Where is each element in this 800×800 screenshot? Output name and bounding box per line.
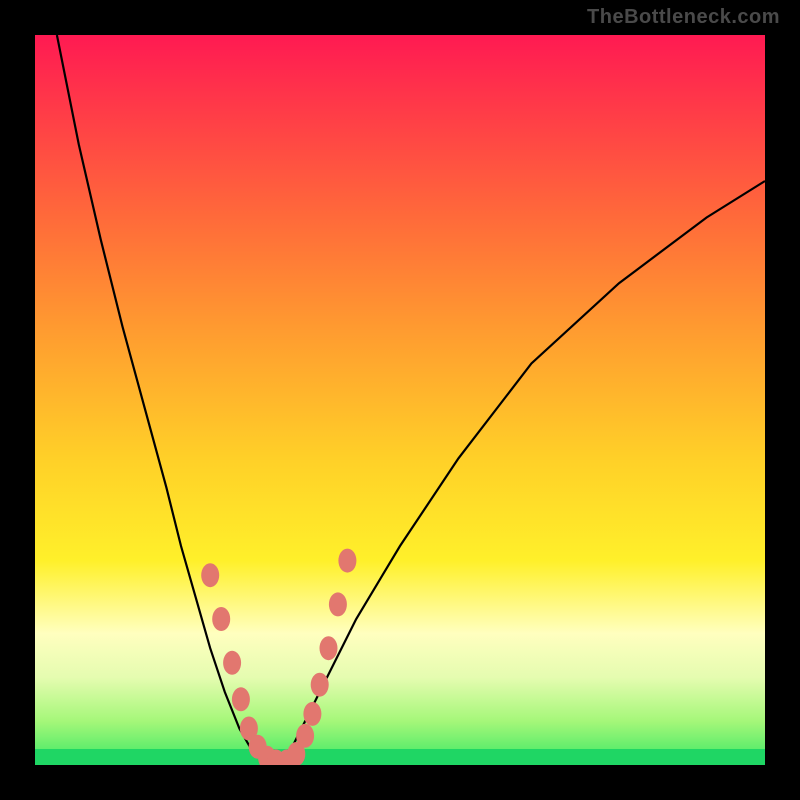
bead-point: [329, 592, 347, 616]
bead-point: [232, 687, 250, 711]
bead-point: [303, 702, 321, 726]
bead-point: [320, 636, 338, 660]
bead-point: [212, 607, 230, 631]
plot-area: [35, 35, 765, 765]
watermark-text: TheBottleneck.com: [587, 6, 780, 29]
bead-point: [223, 651, 241, 675]
bead-point: [201, 563, 219, 587]
bead-point: [338, 549, 356, 573]
chart-frame: TheBottleneck.com: [0, 0, 800, 800]
bead-group: [201, 549, 356, 765]
bead-point: [296, 724, 314, 748]
bead-point: [311, 673, 329, 697]
chart-svg: [35, 35, 765, 765]
right-curve: [276, 181, 765, 765]
